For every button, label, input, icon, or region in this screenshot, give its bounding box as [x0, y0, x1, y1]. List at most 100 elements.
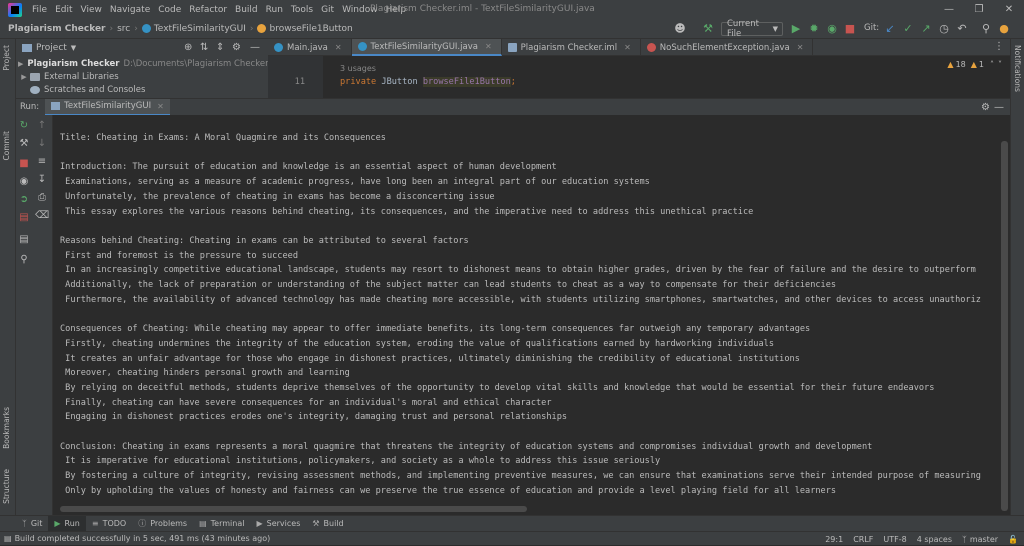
arrow-up-icon[interactable]: ↑: [36, 119, 48, 131]
project-panel-title[interactable]: Project: [36, 43, 67, 53]
tab-problems[interactable]: ⓘ Problems: [132, 516, 193, 532]
rollback-icon[interactable]: ↶: [956, 22, 968, 35]
print-icon[interactable]: ⎙: [36, 191, 48, 203]
tab-main-java[interactable]: Main.java ✕: [268, 39, 352, 56]
locate-icon[interactable]: ⊕: [184, 42, 192, 53]
git-commit-icon[interactable]: ✓: [902, 22, 914, 35]
camera-icon[interactable]: ◉: [18, 175, 30, 187]
close-icon[interactable]: ✕: [335, 43, 342, 52]
menu-refactor[interactable]: Refactor: [185, 5, 231, 15]
tab-textfilesimilaritygui[interactable]: TextFileSimilarityGUI.java ✕: [351, 39, 502, 56]
code-type: JButton: [381, 77, 418, 87]
coverage-icon[interactable]: ◉: [826, 22, 838, 35]
code-editor[interactable]: 11 3 usages private JButton browseFile1B…: [268, 56, 1010, 98]
menu-code[interactable]: Code: [154, 5, 185, 15]
pin-icon[interactable]: ⚲: [18, 253, 30, 265]
hide-icon[interactable]: —: [250, 42, 260, 53]
menu-run[interactable]: Run: [262, 5, 287, 15]
gear-icon[interactable]: ⚙: [981, 102, 990, 113]
tree-item-project[interactable]: ▶ Plagiarism Checker D:\Documents\Plagia…: [16, 57, 269, 70]
wrench-icon[interactable]: ⚒: [18, 137, 30, 149]
notifications-tool-label[interactable]: Notifications: [1013, 45, 1022, 92]
minimize-icon[interactable]: —: [934, 0, 964, 19]
inspection-widget[interactable]: ▲ 18 ▲ 1 ˄ ˅: [947, 60, 1002, 69]
tree-item-external-libraries[interactable]: ▶ External Libraries: [16, 70, 268, 83]
caret-position[interactable]: 29:1: [825, 535, 843, 544]
breadcrumb-member[interactable]: browseFile1Button: [257, 24, 353, 34]
chevron-down-icon[interactable]: ˅: [998, 60, 1002, 69]
menu-edit[interactable]: Edit: [51, 5, 76, 15]
rerun-icon[interactable]: ↻: [18, 119, 30, 131]
hide-icon[interactable]: —: [994, 102, 1004, 113]
tab-todo[interactable]: ≡ TODO: [86, 516, 132, 532]
menu-view[interactable]: View: [77, 5, 106, 15]
chevron-up-icon[interactable]: ˄: [990, 60, 994, 69]
status-message[interactable]: Build completed successfully in 5 sec, 4…: [15, 534, 271, 543]
scroll-to-end-icon[interactable]: ↧: [36, 173, 48, 185]
project-tool-label[interactable]: Project: [2, 45, 11, 71]
layout-icon[interactable]: ▤: [18, 233, 30, 245]
console-output[interactable]: Title: Cheating in Exams: A Moral Quagmi…: [53, 115, 1010, 515]
arrow-down-icon[interactable]: ↓: [36, 137, 48, 149]
run-tab[interactable]: TextFileSimilarityGUI ✕: [45, 98, 170, 116]
close-icon[interactable]: ✕: [994, 0, 1024, 19]
search-icon[interactable]: ⚲: [980, 22, 992, 35]
debug-icon[interactable]: ✹: [808, 22, 820, 35]
stop-icon[interactable]: ■: [18, 157, 30, 169]
chevron-down-icon[interactable]: ▼: [71, 44, 76, 52]
history-icon[interactable]: ◷: [938, 22, 950, 35]
breadcrumb-project[interactable]: Plagiarism Checker: [8, 24, 105, 34]
structure-tool-label[interactable]: Structure: [2, 469, 11, 504]
git-branch[interactable]: master: [970, 535, 998, 544]
menu-file[interactable]: File: [28, 5, 51, 15]
close-icon[interactable]: ✕: [624, 43, 631, 52]
commit-tool-label[interactable]: Commit: [2, 131, 11, 160]
bookmarks-tool-label[interactable]: Bookmarks: [2, 407, 11, 449]
tab-services[interactable]: ▶ Services: [250, 516, 306, 532]
line-separator[interactable]: CRLF: [853, 535, 873, 544]
exit-icon[interactable]: ➲: [18, 193, 30, 205]
restore-icon[interactable]: ❐: [964, 0, 994, 19]
tab-git[interactable]: ᛉ Git: [16, 516, 48, 532]
close-icon[interactable]: ✕: [485, 42, 492, 51]
user-icon[interactable]: ☻: [674, 22, 686, 35]
breadcrumb-src[interactable]: src: [117, 24, 130, 34]
tab-plagiarism-checker-iml[interactable]: Plagiarism Checker.iml ✕: [502, 39, 641, 56]
close-icon[interactable]: ✕: [797, 43, 804, 52]
usages-hint[interactable]: 3 usages: [340, 64, 376, 73]
indent-setting[interactable]: 4 spaces: [917, 535, 952, 544]
chevron-right-icon[interactable]: ▶: [18, 60, 23, 68]
hammer-icon[interactable]: ⚒: [702, 22, 714, 35]
console-line: Moreover, cheating hinders personal grow…: [60, 368, 350, 379]
tree-item-scratches[interactable]: Scratches and Consoles: [16, 83, 268, 96]
chevron-right-icon[interactable]: ▶: [18, 73, 30, 81]
git-push-icon[interactable]: ↗: [920, 22, 932, 35]
tab-terminal[interactable]: ▤ Terminal: [193, 516, 250, 532]
menu-build[interactable]: Build: [231, 5, 262, 15]
soft-wrap-icon[interactable]: ≡: [36, 155, 48, 167]
run-icon[interactable]: ▶: [790, 22, 802, 35]
run-configuration-select[interactable]: Current File ▼: [721, 19, 783, 39]
close-icon[interactable]: ✕: [157, 102, 164, 111]
tab-nosuchelementexception[interactable]: NoSuchElementException.java ✕: [641, 39, 814, 56]
gear-icon[interactable]: ⚙: [232, 42, 241, 53]
tab-run[interactable]: ▶ Run: [48, 515, 86, 532]
menu-tools[interactable]: Tools: [287, 5, 317, 15]
trash-icon[interactable]: ⌫: [35, 209, 49, 221]
stop-icon[interactable]: ■: [844, 22, 856, 35]
weak-warning-count: 1: [978, 60, 984, 69]
more-icon[interactable]: ⋮: [994, 41, 1004, 52]
tab-build[interactable]: ⚒ Build: [306, 516, 349, 532]
file-encoding[interactable]: UTF-8: [883, 535, 906, 544]
dump-threads-icon[interactable]: ▤: [18, 211, 30, 223]
horizontal-scrollbar[interactable]: [60, 506, 527, 512]
updates-icon[interactable]: ●: [998, 22, 1010, 35]
menu-navigate[interactable]: Navigate: [106, 5, 154, 15]
breadcrumb-class[interactable]: TextFileSimilarityGUI: [141, 24, 246, 34]
git-update-icon[interactable]: ↙: [884, 22, 896, 35]
collapse-icon[interactable]: ⇅: [200, 42, 208, 53]
vertical-scrollbar[interactable]: [1001, 141, 1008, 511]
expand-icon[interactable]: ⇕: [216, 42, 224, 53]
lock-icon[interactable]: 🔓: [1008, 535, 1018, 544]
menu-git[interactable]: Git: [317, 5, 338, 15]
